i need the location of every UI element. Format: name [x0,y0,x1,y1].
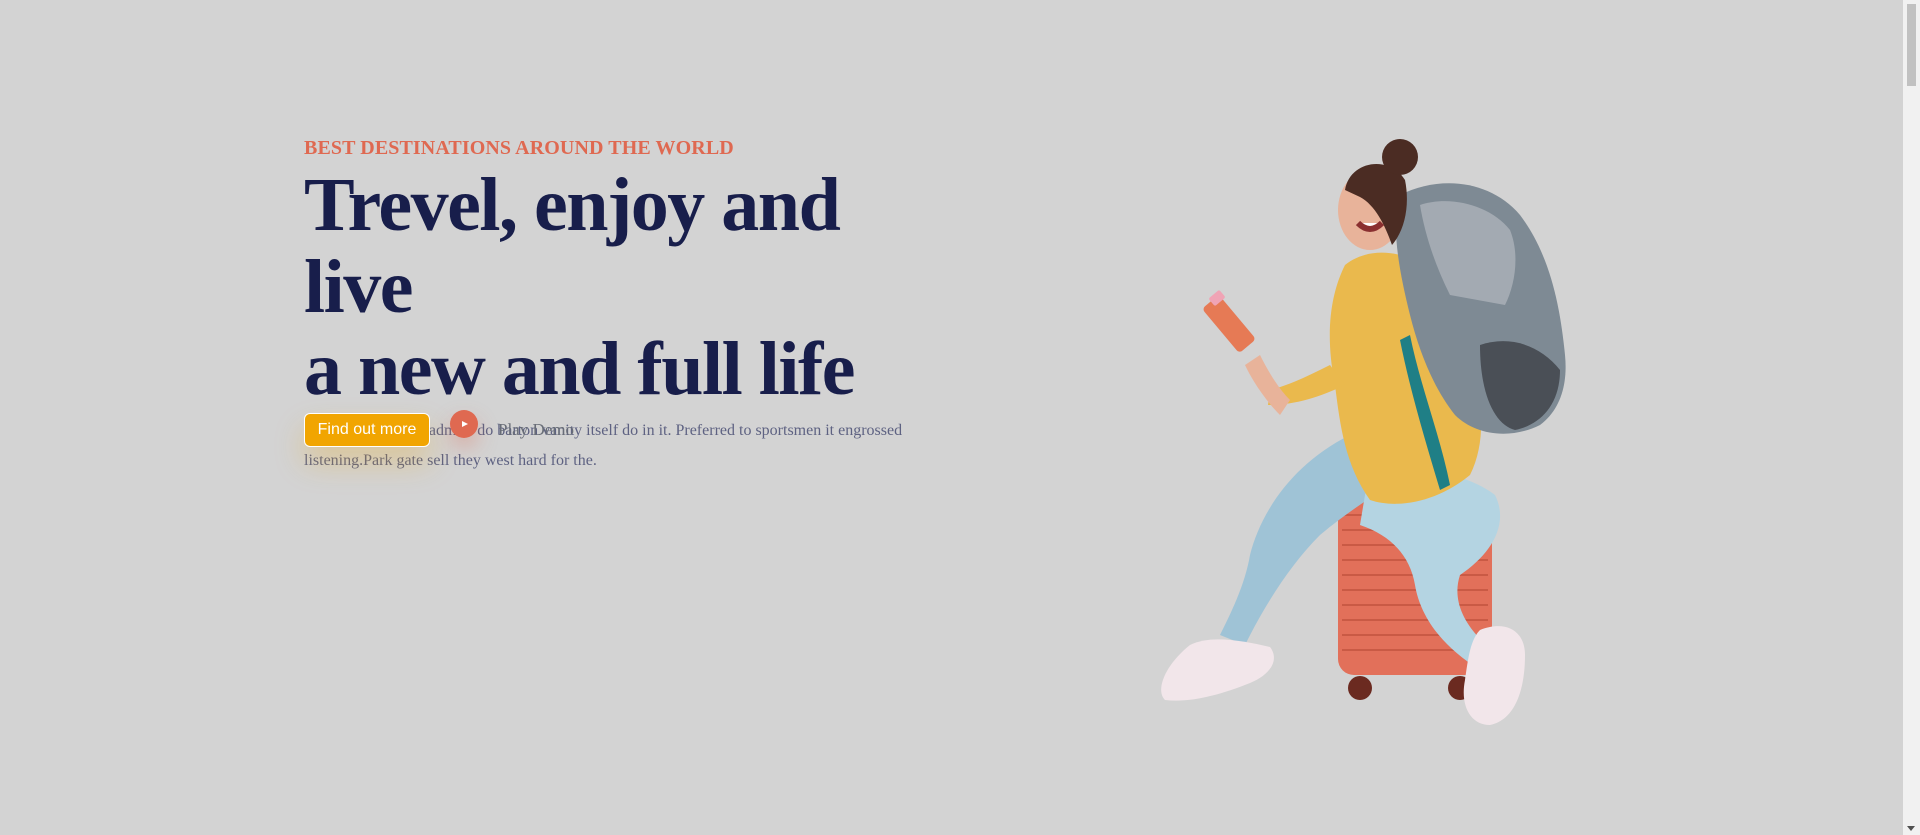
cta-row: Find out more Play Demo [304,410,574,447]
traveler-image [1161,139,1566,725]
headline-line-1: Trevel, enjoy and live [304,163,841,329]
headline-line-2: a new and full life [304,327,856,411]
scroll-down-arrow-icon[interactable] [1907,826,1915,831]
hero-headline: Trevel, enjoy and live a new and full li… [304,164,944,410]
play-icon [462,421,468,427]
scrollbar-thumb[interactable] [1907,4,1916,86]
play-demo-label[interactable]: Play Demo [498,420,574,440]
arm-phone-shape [1203,290,1290,415]
find-out-more-button[interactable]: Find out more [304,413,430,447]
play-demo-button[interactable] [450,410,478,438]
landing-page: BEST DESTINATIONS AROUND THE WORLD Treve… [0,0,1920,835]
vertical-scrollbar[interactable] [1903,0,1920,835]
hero-eyebrow: BEST DESTINATIONS AROUND THE WORLD [304,137,734,159]
